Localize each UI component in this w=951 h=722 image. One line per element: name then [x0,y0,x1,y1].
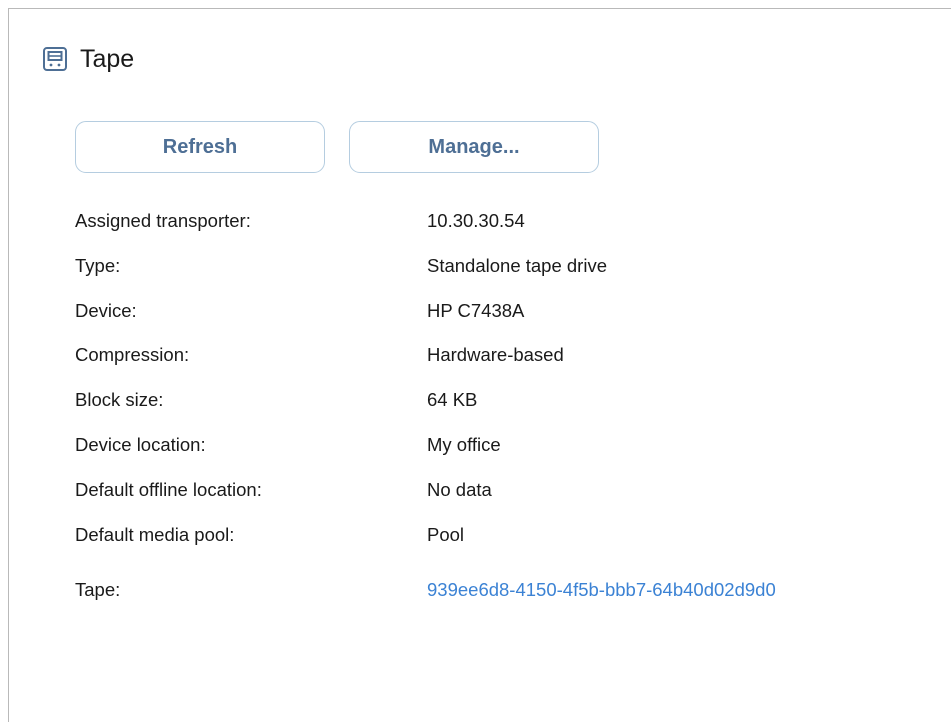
detail-row-device-location: Device location: My office [75,433,501,457]
detail-value: 64 KB [427,389,478,410]
detail-label: Default offline location: [75,479,262,500]
detail-label: Device location: [75,434,206,455]
detail-label: Compression: [75,344,190,365]
detail-value: Pool [427,524,465,545]
detail-row-type: Type: Standalone tape drive [75,254,607,278]
detail-row-tape: Tape: 939ee6d8-4150-4f5b-bbb7-64b40d02d9… [75,578,776,602]
detail-label: Tape: [75,579,121,600]
detail-label: Type: [75,255,121,276]
detail-row-assigned-transporter: Assigned transporter: 10.30.30.54 [75,209,525,233]
detail-label: Default media pool: [75,524,235,545]
detail-label: Assigned transporter: [75,210,251,231]
detail-value: My office [427,434,501,455]
detail-row-block-size: Block size: 64 KB [75,388,477,412]
detail-value: 10.30.30.54 [427,210,525,231]
detail-label: Device: [75,300,137,321]
detail-label: Block size: [75,389,164,410]
tape-drive-icon [42,46,68,72]
detail-value: Standalone tape drive [427,255,607,276]
detail-row-default-offline-location: Default offline location: No data [75,478,492,502]
detail-row-compression: Compression: Hardware-based [75,343,564,367]
tape-id-link[interactable]: 939ee6d8-4150-4f5b-bbb7-64b40d02d9d0 [427,578,776,602]
panel-header: Tape [42,46,134,72]
page-title: Tape [80,45,135,73]
detail-row-default-media-pool: Default media pool: Pool [75,523,464,547]
manage-button[interactable]: Manage... [349,121,599,173]
detail-value: Hardware-based [427,344,564,365]
detail-value: No data [427,479,492,500]
detail-value: HP C7438A [427,300,525,321]
detail-row-device: Device: HP C7438A [75,299,524,323]
refresh-button[interactable]: Refresh [75,121,325,173]
